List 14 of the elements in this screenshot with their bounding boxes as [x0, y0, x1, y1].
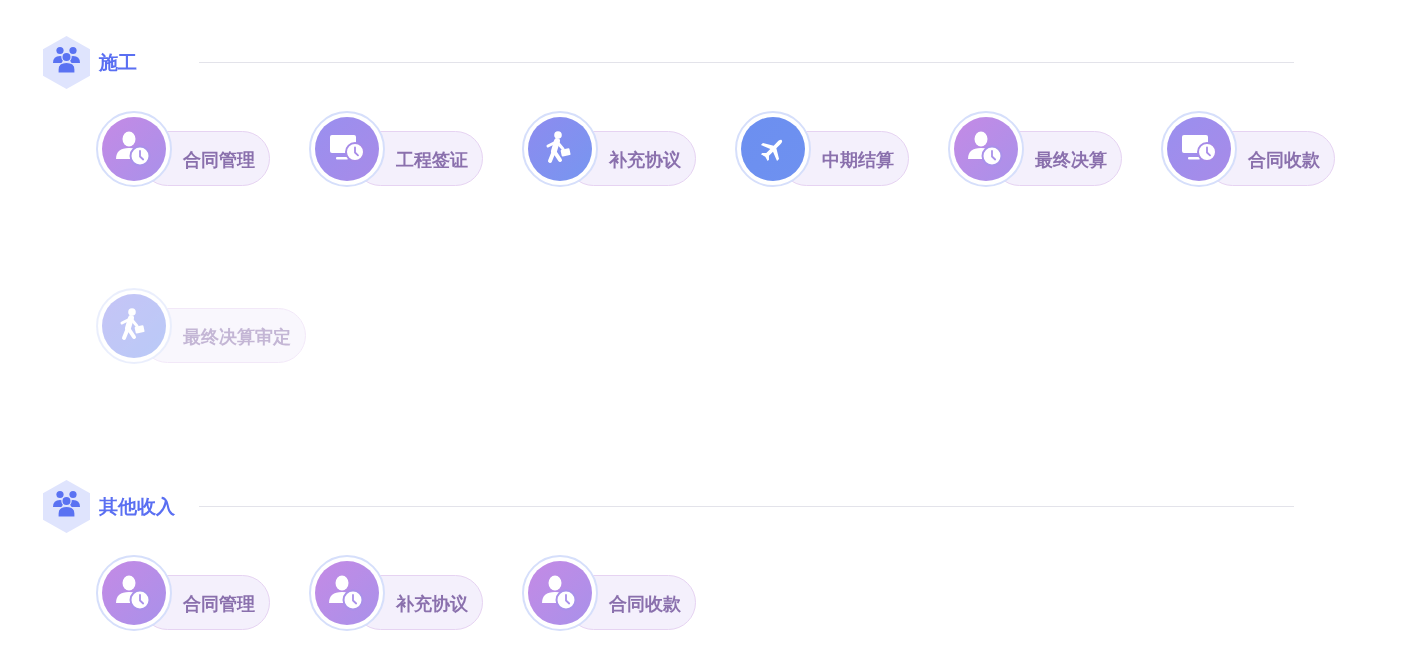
- user-clock-icon: [948, 111, 1024, 187]
- user-clock-icon: [522, 555, 598, 631]
- walking-person-icon: [522, 111, 598, 187]
- monitor-clock-icon: [1161, 111, 1237, 187]
- airplane-icon: [735, 111, 811, 187]
- monitor-clock-icon: [309, 111, 385, 187]
- users-icon: [43, 480, 90, 533]
- user-clock-icon: [96, 555, 172, 631]
- users-icon: [43, 36, 90, 89]
- section-title: 施工: [99, 51, 138, 74]
- user-clock-icon: [309, 555, 385, 631]
- walking-person-icon: [96, 288, 172, 364]
- user-clock-icon: [96, 111, 172, 187]
- section-title: 其他收入: [99, 495, 176, 518]
